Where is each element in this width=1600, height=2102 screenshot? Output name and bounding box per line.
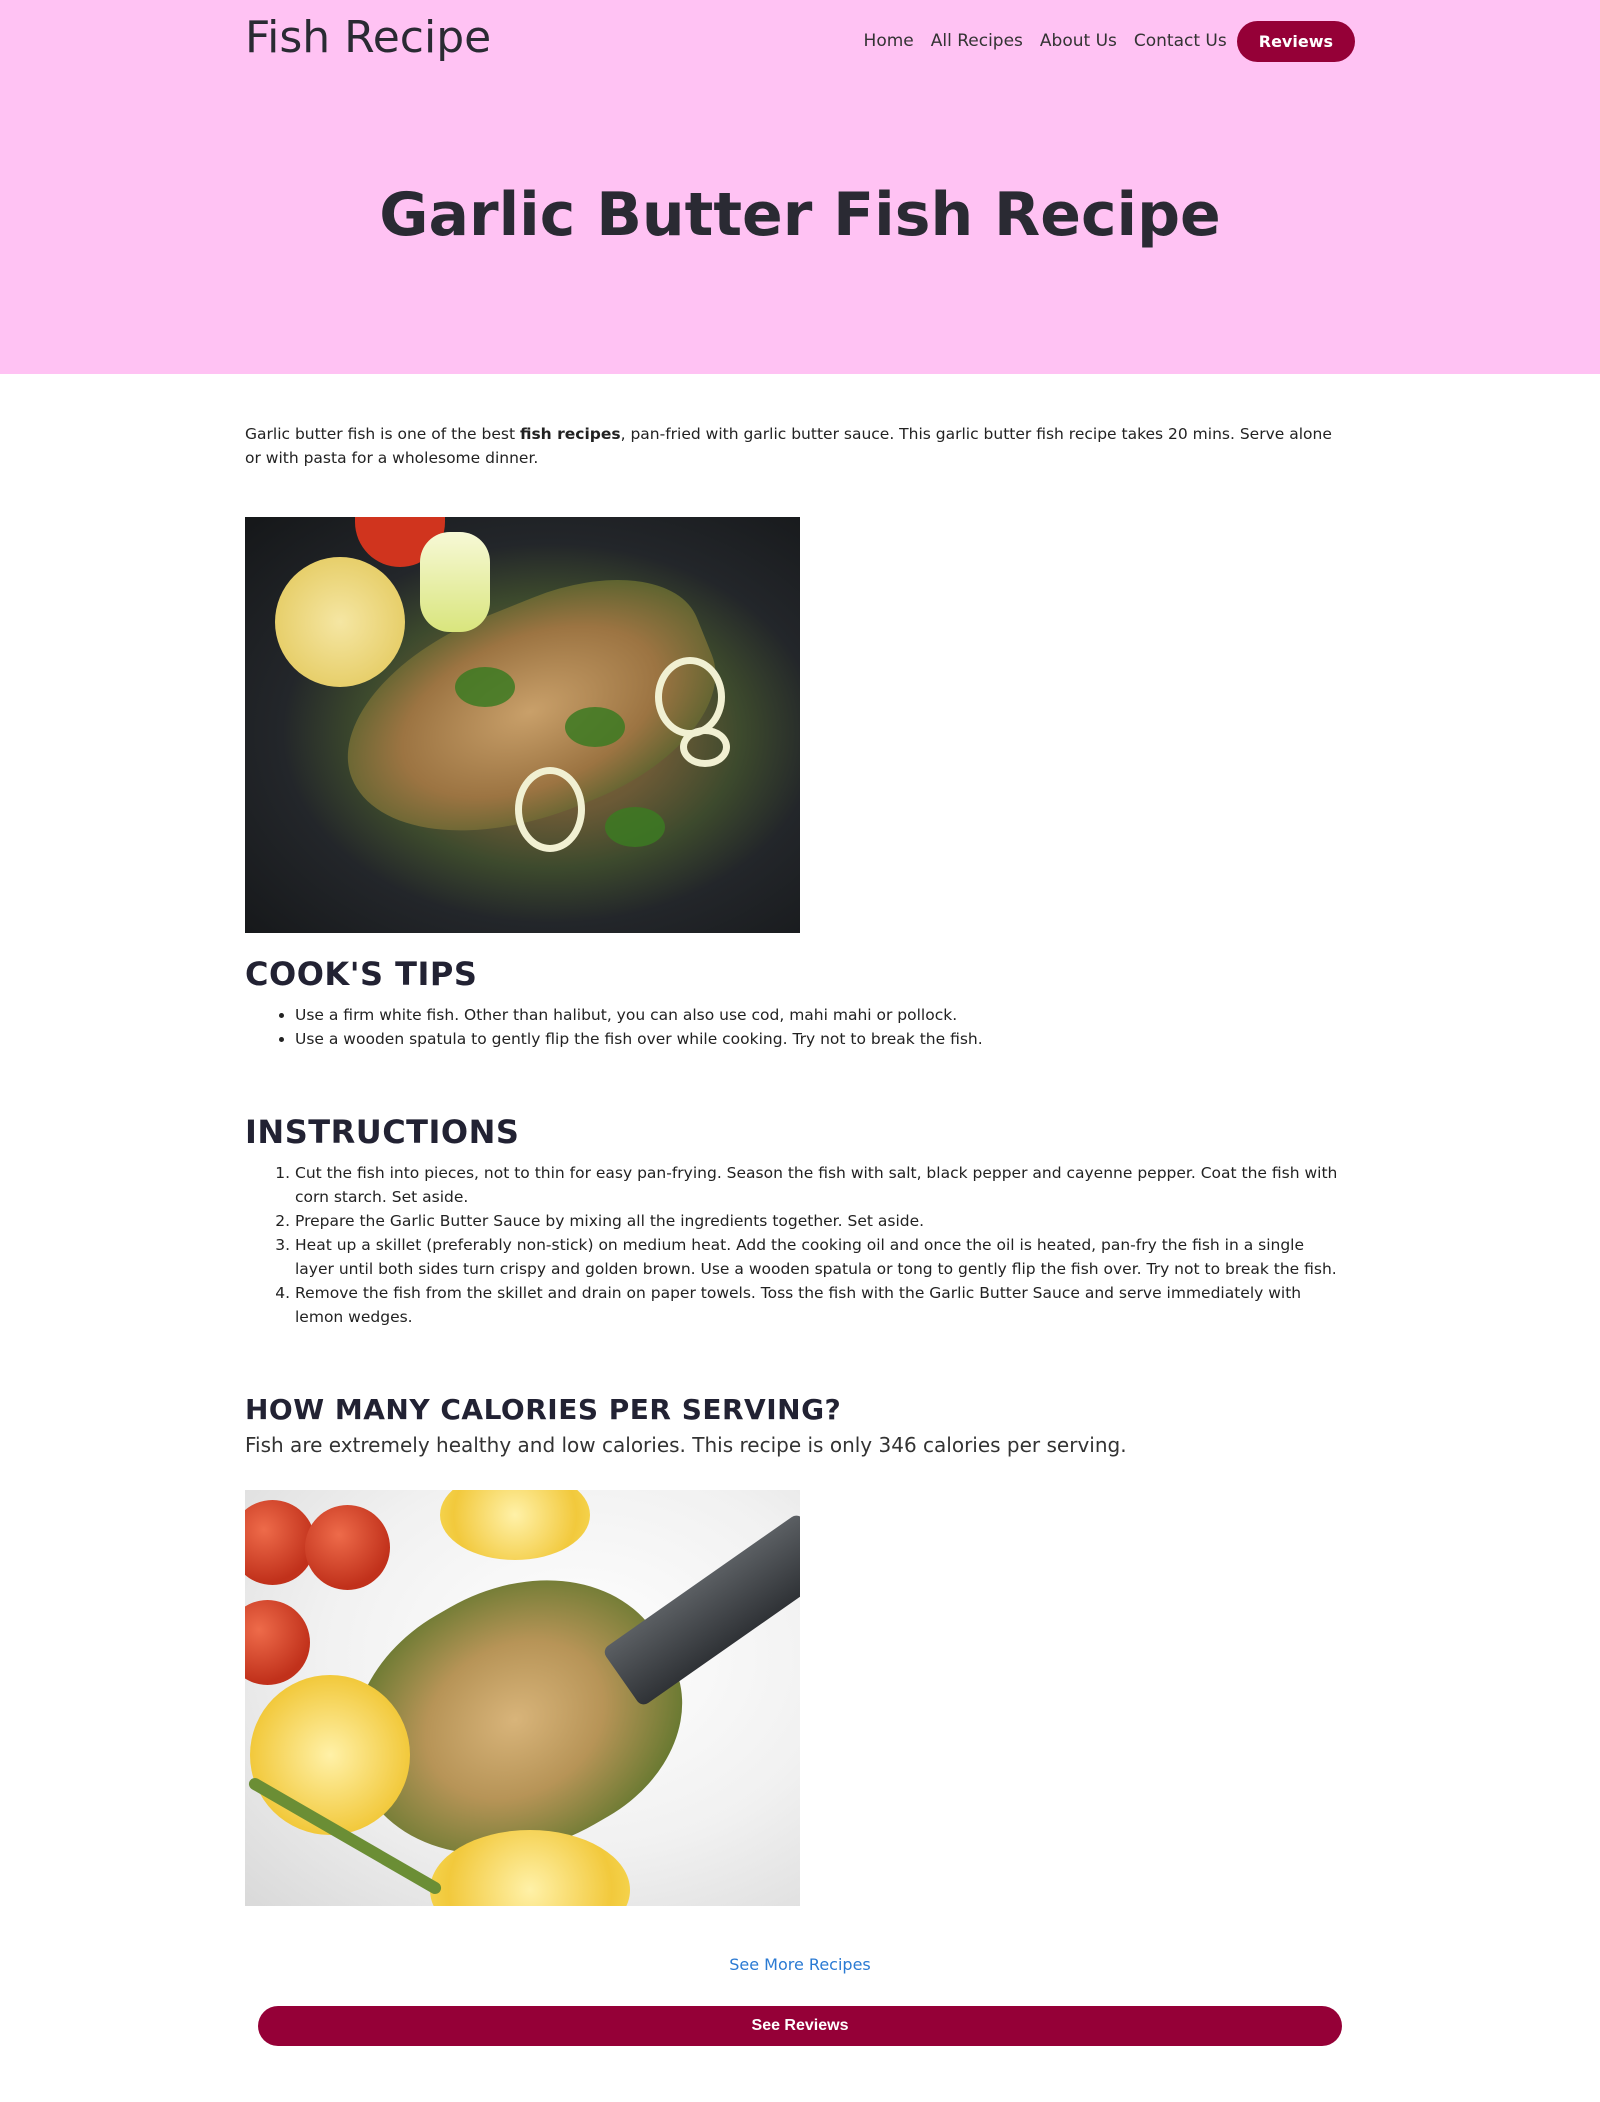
nav-contact-us[interactable]: Contact Us xyxy=(1134,31,1227,51)
intro-paragraph: Garlic butter fish is one of the best fi… xyxy=(245,422,1345,470)
photo-onion-ring xyxy=(655,657,725,737)
photo-onion-ring xyxy=(680,727,730,767)
photo-herb xyxy=(455,667,515,707)
see-reviews-button[interactable]: See Reviews xyxy=(258,2006,1342,2046)
photo-leek xyxy=(420,532,490,632)
instruction-step: Prepare the Garlic Butter Sauce by mixin… xyxy=(295,1209,1345,1233)
page-title: Garlic Butter Fish Recipe xyxy=(379,180,1221,250)
cooks-tips-heading: COOK'S TIPS xyxy=(245,955,478,993)
nav-home[interactable]: Home xyxy=(864,31,914,51)
reviews-button[interactable]: Reviews xyxy=(1236,20,1355,62)
calories-text: Fish are extremely healthy and low calor… xyxy=(245,1433,1127,1457)
plated-fish-photo xyxy=(245,1490,800,1906)
photo-tomato xyxy=(245,1600,310,1685)
intro-text-start: Garlic butter fish is one of the best xyxy=(245,425,520,443)
instruction-step: Heat up a skillet (preferably non-stick)… xyxy=(295,1233,1345,1281)
photo-lemon xyxy=(250,1675,410,1835)
instructions-list: Cut the fish into pieces, not to thin fo… xyxy=(295,1161,1345,1329)
site-brand[interactable]: Fish Recipe xyxy=(245,12,491,63)
hero-banner: Fish Recipe Home All Recipes About Us Co… xyxy=(0,0,1600,374)
photo-herb xyxy=(565,707,625,747)
photo-onion-ring xyxy=(515,767,585,852)
photo-herb xyxy=(605,807,665,847)
instruction-step: Cut the fish into pieces, not to thin fo… xyxy=(295,1161,1345,1209)
fish-dish-photo xyxy=(245,517,800,933)
nav-all-recipes[interactable]: All Recipes xyxy=(931,31,1023,51)
photo-lemon xyxy=(275,557,405,687)
instruction-step: Remove the fish from the skillet and dra… xyxy=(295,1281,1345,1329)
intro-bold-text: fish recipes xyxy=(519,425,621,443)
cooks-tips-list: Use a firm white fish. Other than halibu… xyxy=(295,1003,1345,1051)
tip-item: Use a firm white fish. Other than halibu… xyxy=(295,1003,1345,1027)
photo-tomato xyxy=(305,1505,390,1590)
tip-item: Use a wooden spatula to gently flip the … xyxy=(295,1027,1345,1051)
calories-heading: HOW MANY CALORIES PER SERVING? xyxy=(245,1393,842,1426)
instructions-heading: INSTRUCTIONS xyxy=(245,1113,520,1151)
nav-about-us[interactable]: About Us xyxy=(1040,31,1117,51)
main-nav: Home All Recipes About Us Contact Us Rev… xyxy=(864,20,1355,62)
photo-lemon xyxy=(440,1490,590,1560)
see-more-recipes-link[interactable]: See More Recipes xyxy=(0,1955,1600,1974)
